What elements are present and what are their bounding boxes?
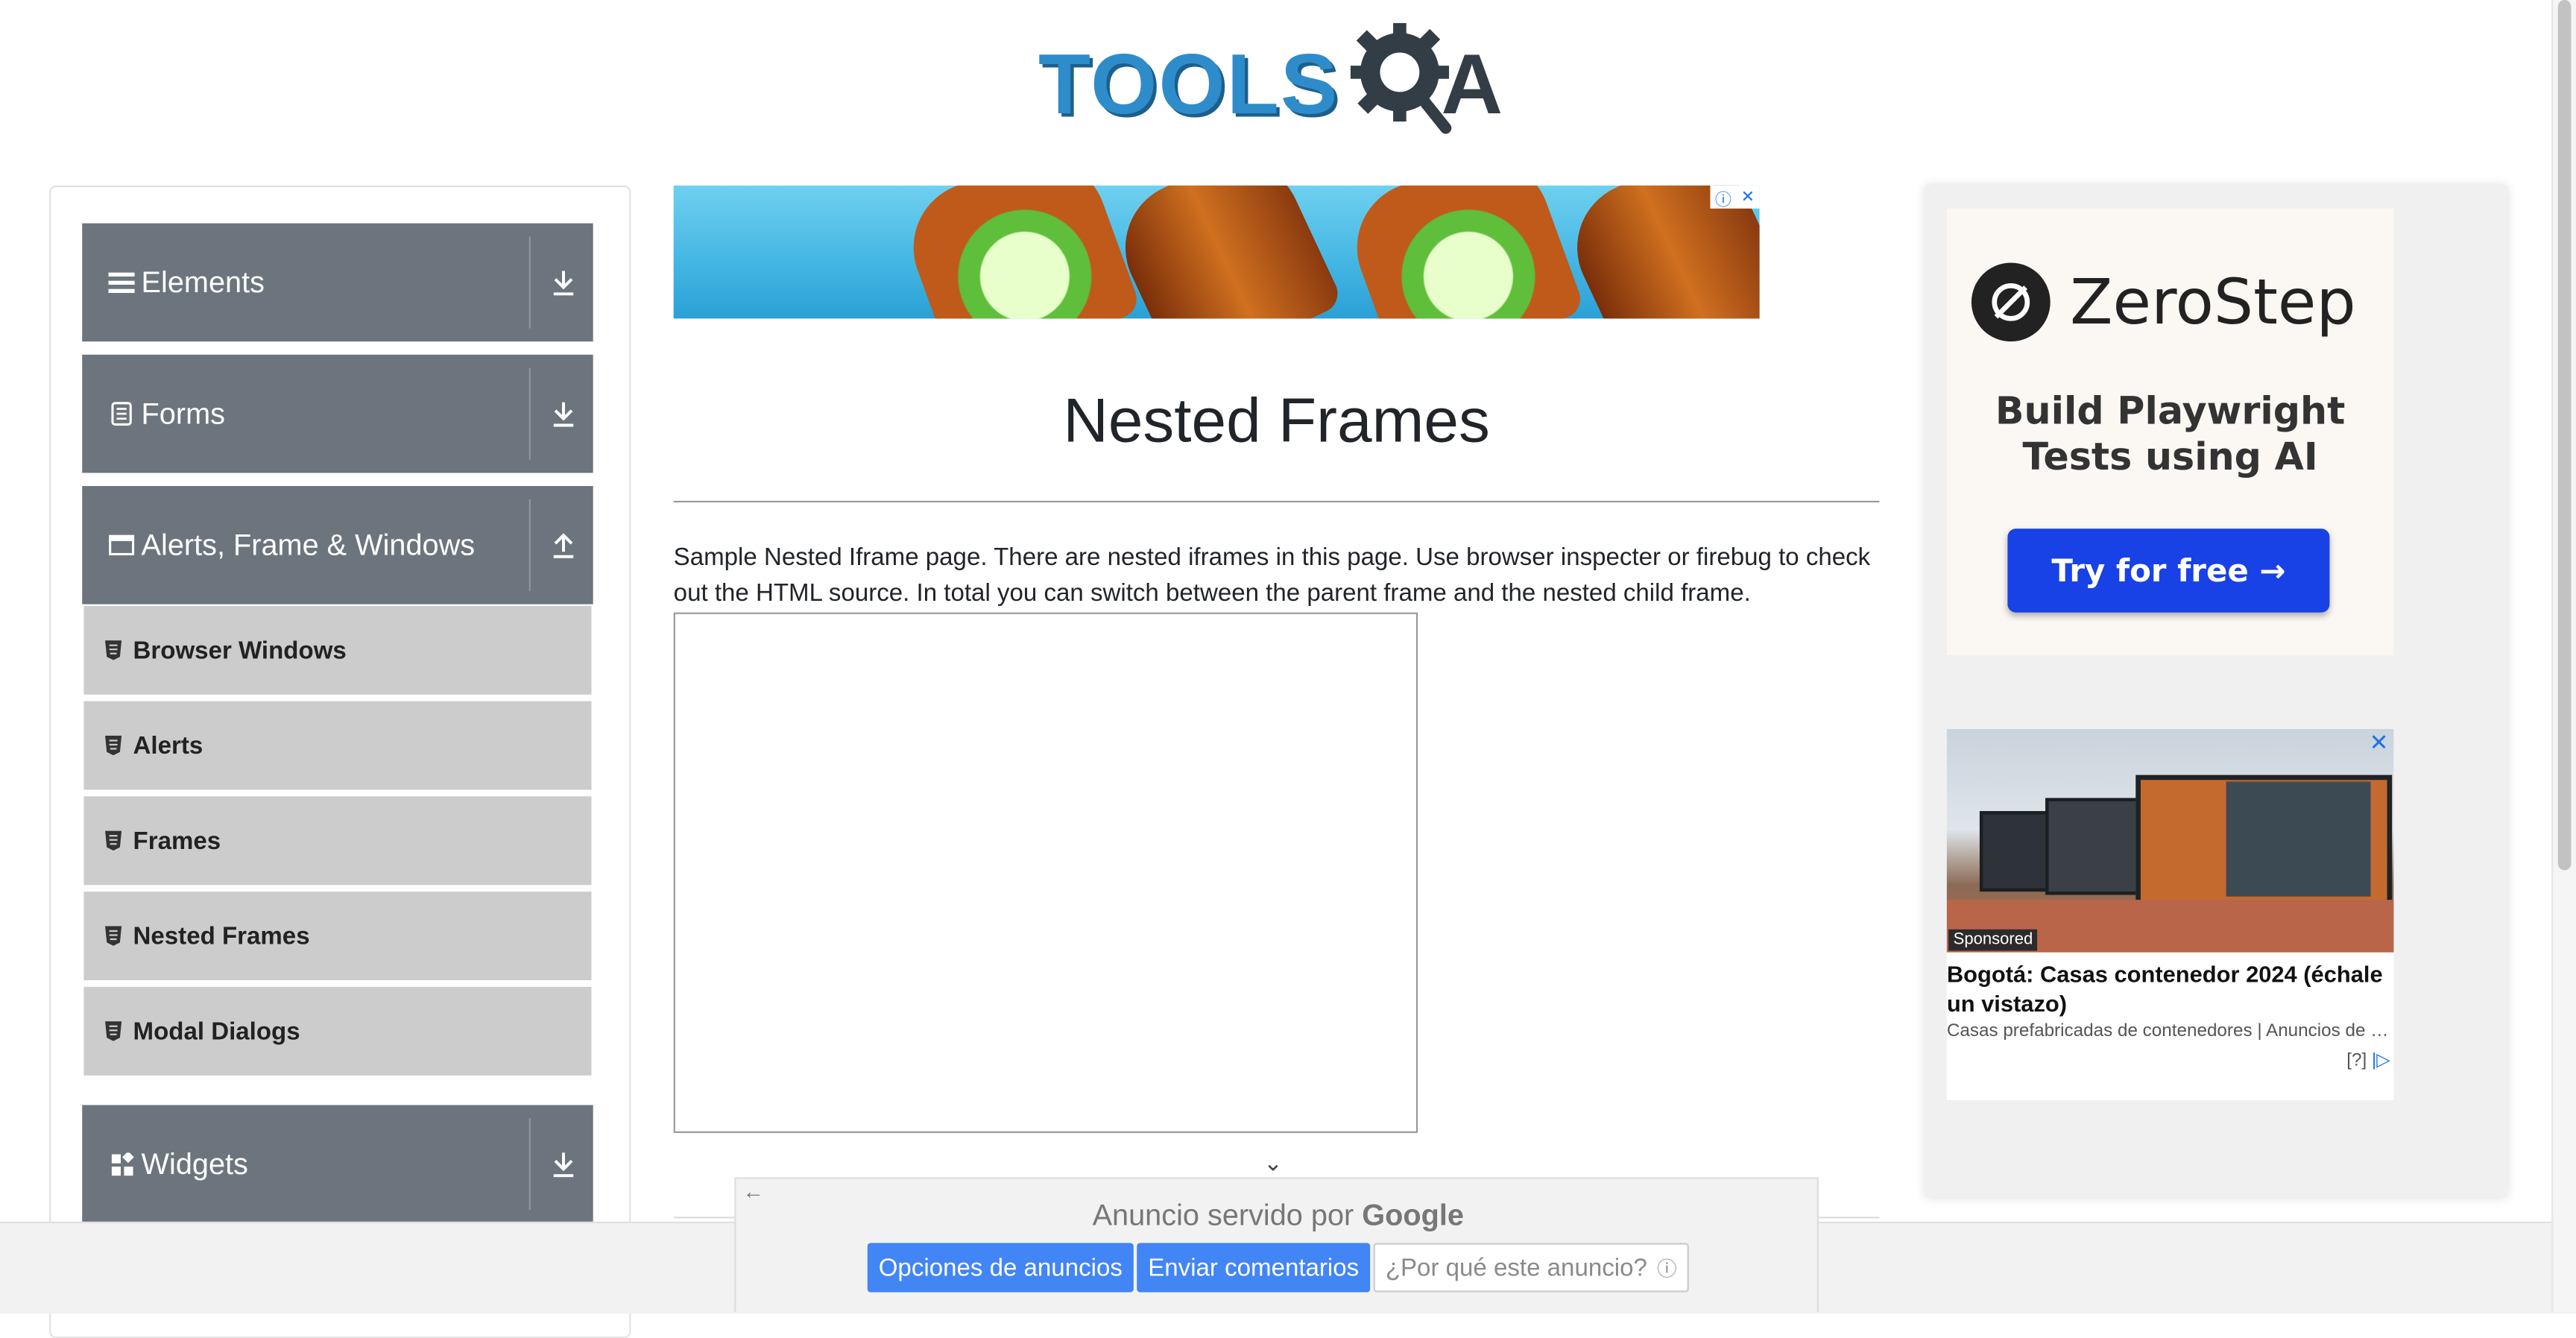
info-icon[interactable]: ⓘ [1715,186,1731,209]
ad-info-footer[interactable]: [?] |▷ [2346,1050,2390,1070]
why-this-ad-button[interactable]: ¿Por qué este anuncio? ⓘ [1373,1243,1689,1293]
ad-headline-line: Build Playwright [1995,391,2346,434]
html5-icon [104,830,123,851]
ad-bottle-image [1103,185,1345,319]
sponsored-ad-card[interactable]: ✕ Sponsored Bogotá: Casas contenedor 202… [1946,729,2394,1100]
toolsqa-logo[interactable]: TOOLS A [1038,22,1524,135]
close-icon[interactable]: ✕ [1741,188,1755,206]
chevron-down-icon[interactable]: ⌄ [1263,1149,1283,1177]
page-title: Nested Frames [1063,387,1490,457]
parent-iframe[interactable] [673,612,1418,1133]
html5-icon [104,735,123,756]
left-sidebar: Elements Forms Alerts, Frame & Windows B… [49,185,631,1338]
sidebar-item-label: Alerts [133,731,203,760]
adchoices-icon[interactable]: |▷ [2372,1051,2390,1070]
sidebar-group-forms[interactable]: Forms [82,354,593,473]
sidebar-group-label: Alerts, Frame & Windows [141,528,476,561]
ad-bottle-image [894,185,1143,319]
html5-icon [104,926,123,946]
divider [528,236,531,329]
sidebar-item-label: Modal Dialogs [133,1017,300,1046]
ad-options-button[interactable]: Opciones de anuncios [867,1243,1134,1293]
sidebar-item-modal-dialogs[interactable]: Modal Dialogs [83,986,592,1079]
html5-icon [104,1021,123,1041]
why-this-ad-label: ¿Por qué este anuncio? [1385,1253,1647,1282]
sidebar-group-elements[interactable]: Elements [82,223,593,342]
logo-text-tools: TOOLS [1038,37,1339,133]
gear-magnifier-icon [1350,22,1452,134]
window-icon [108,532,135,558]
widgets-icon [108,1151,134,1177]
sidebar-item-browser-windows[interactable]: Browser Windows [83,605,592,698]
sidebar-group-label: Elements [141,265,265,298]
ad-help-link[interactable]: [?] [2346,1051,2367,1070]
sidebar-item-label: Frames [133,827,221,855]
zerostep-ad-card[interactable]: ZeroStep Build Playwright Tests using AI… [1946,208,2394,655]
divider [673,500,1880,503]
top-banner-ad[interactable]: ⓘ ✕ [673,185,1760,319]
sidebar-group-label: Widgets [141,1146,248,1180]
try-for-free-button[interactable]: Try for free → [2007,528,2330,613]
divider [528,367,531,460]
ad-brand-name: ZeroStep [2070,265,2356,338]
download-arrow-icon[interactable] [547,1148,580,1181]
right-sidebar-ad: ZeroStep Build Playwright Tests using AI… [1925,185,2507,1197]
sidebar-item-nested-frames[interactable]: Nested Frames [83,892,592,984]
container-houses-image[interactable] [1946,729,2394,953]
page-description: Sample Nested Iframe page. There are nes… [673,543,1871,608]
ad-bottle-image [1338,185,1586,319]
sponsored-title-link[interactable]: Bogotá: Casas contenedor 2024 (échale un… [1947,959,2394,1017]
zerostep-logo-icon [1971,262,2051,342]
document-icon [108,400,134,426]
sidebar-group-label: Forms [141,396,225,430]
ad-headline-line: Tests using AI [2022,436,2318,480]
sidebar-group-alerts-frame-windows[interactable]: Alerts, Frame & Windows [82,486,593,605]
download-arrow-icon[interactable] [547,397,580,430]
sponsored-badge: Sponsored [1948,929,2038,951]
send-feedback-button[interactable]: Enviar comentarios [1137,1243,1371,1293]
hamburger-icon [108,269,135,295]
ad-served-by: Anuncio servido por Google [736,1199,1820,1233]
sidebar-group-widgets[interactable]: Widgets [82,1105,593,1224]
sidebar-item-label: Browser Windows [133,636,347,665]
scrollbar-thumb[interactable] [2557,0,2572,871]
ad-headline: Build Playwright Tests using AI [1947,389,2394,481]
upload-arrow-icon[interactable] [547,528,580,561]
ad-choices-badge[interactable]: ⓘ ✕ [1710,185,1760,209]
sidebar-item-frames[interactable]: Frames [83,796,592,889]
page-scrollbar[interactable] [2551,0,2576,1313]
download-arrow-icon[interactable] [547,266,580,299]
info-icon: ⓘ [1657,1257,1677,1281]
html5-icon [104,640,123,660]
google-wordmark: Google [1362,1199,1464,1232]
sponsored-source: Casas prefabricadas de contenedores | An… [1946,1021,2394,1041]
sidebar-item-label: Nested Frames [133,921,310,950]
sidebar-item-alerts[interactable]: Alerts [83,701,592,793]
close-icon[interactable]: ✕ [2367,729,2390,757]
ad-served-label: Anuncio servido por [1092,1199,1354,1232]
divider [528,499,531,592]
google-ad-feedback-panel: ← Anuncio servido por Google Opciones de… [734,1177,1820,1313]
divider [528,1118,531,1211]
